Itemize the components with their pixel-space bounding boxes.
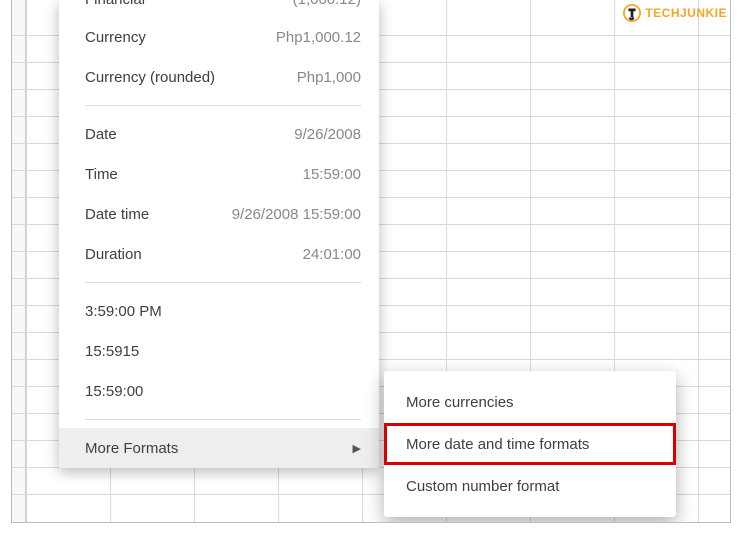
techjunkie-logo-icon: [623, 4, 641, 22]
submenu-custom-number-format[interactable]: Custom number format: [384, 465, 676, 507]
format-example: (1,000.12): [293, 0, 361, 8]
format-example: Php1,000.12: [276, 29, 361, 46]
format-example: 9/26/2008: [294, 126, 361, 143]
watermark-text: TECHJUNKIE: [645, 6, 727, 20]
format-label: 15:5915: [85, 343, 139, 360]
format-label: Date: [85, 126, 117, 143]
format-label: Time: [85, 166, 118, 183]
number-format-menu: Financial (1,000.12) Currency Php1,000.1…: [59, 0, 379, 468]
submenu-label: Custom number format: [406, 478, 559, 495]
format-label: Date time: [85, 206, 149, 223]
format-option-custom-1[interactable]: 3:59:00 PM: [59, 291, 379, 331]
watermark: TECHJUNKIE: [623, 4, 727, 22]
format-option-date[interactable]: Date 9/26/2008: [59, 114, 379, 154]
format-example: Php1,000: [297, 69, 361, 86]
app-window: Financial (1,000.12) Currency Php1,000.1…: [11, 0, 731, 523]
format-label: Currency: [85, 29, 146, 46]
format-option-currency-rounded[interactable]: Currency (rounded) Php1,000: [59, 57, 379, 97]
more-formats-label: More Formats: [85, 440, 178, 457]
submenu-label: More date and time formats: [406, 436, 589, 453]
more-formats-submenu: More currencies More date and time forma…: [384, 371, 676, 517]
menu-separator: [85, 282, 361, 283]
format-label: 15:59:00: [85, 383, 143, 400]
format-option-financial[interactable]: Financial (1,000.12): [59, 0, 379, 17]
submenu-more-date-time-formats[interactable]: More date and time formats: [384, 423, 676, 465]
format-example: 15:59:00: [303, 166, 361, 183]
format-option-custom-3[interactable]: 15:59:00: [59, 371, 379, 411]
format-example: 9/26/2008 15:59:00: [232, 206, 361, 223]
format-label: Financial: [85, 0, 145, 8]
format-option-date-time[interactable]: Date time 9/26/2008 15:59:00: [59, 194, 379, 234]
menu-separator: [85, 419, 361, 420]
format-label: 3:59:00 PM: [85, 303, 162, 320]
format-label: Currency (rounded): [85, 69, 215, 86]
chevron-right-icon: ▶: [353, 442, 361, 455]
submenu-label: More currencies: [406, 394, 514, 411]
format-label: Duration: [85, 246, 142, 263]
format-option-currency[interactable]: Currency Php1,000.12: [59, 17, 379, 57]
menu-separator: [85, 105, 361, 106]
more-formats-item[interactable]: More Formats ▶: [59, 428, 379, 468]
row-header-gutter: [12, 0, 26, 522]
format-option-time[interactable]: Time 15:59:00: [59, 154, 379, 194]
format-option-duration[interactable]: Duration 24:01:00: [59, 234, 379, 274]
submenu-more-currencies[interactable]: More currencies: [384, 381, 676, 423]
format-option-custom-2[interactable]: 15:5915: [59, 331, 379, 371]
format-example: 24:01:00: [303, 246, 361, 263]
